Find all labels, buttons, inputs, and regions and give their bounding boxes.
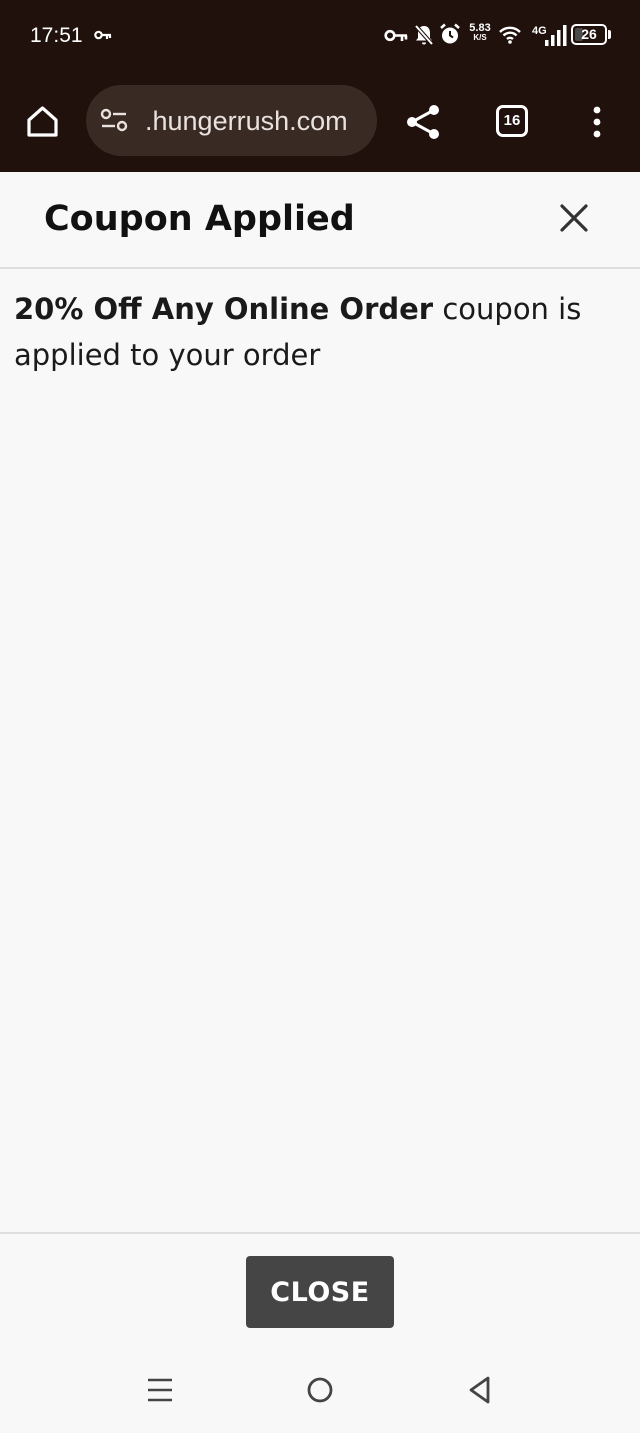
- more-options-icon[interactable]: [590, 105, 604, 139]
- network-speed-unit: K/S: [473, 33, 487, 42]
- signal-icon: [545, 25, 567, 46]
- vpn-key-icon: [384, 29, 408, 42]
- modal-title: Coupon Applied: [44, 199, 355, 239]
- status-bar: 17:51 5.83 K/S 4G 26: [0, 0, 640, 72]
- coupon-name: 20% Off Any Online Order: [14, 292, 434, 326]
- vpn-key-icon: [94, 30, 112, 40]
- network-speed-value: 5.83: [469, 22, 491, 34]
- coupon-message: 20% Off Any Online Order coupon is appli…: [14, 286, 614, 378]
- battery-nub: [608, 30, 611, 39]
- close-button[interactable]: CLOSE: [246, 1256, 394, 1328]
- battery-level: 26: [581, 26, 597, 42]
- share-icon[interactable]: [404, 103, 442, 141]
- modal-header: Coupon Applied: [0, 172, 640, 269]
- notifications-off-icon: [414, 24, 434, 46]
- back-icon[interactable]: [467, 1375, 491, 1405]
- alarm-icon: [440, 23, 460, 44]
- battery-icon: 26: [571, 24, 607, 45]
- address-bar[interactable]: .hungerrush.com: [86, 85, 377, 156]
- modal-footer: CLOSE: [0, 1232, 640, 1348]
- browser-toolbar: .hungerrush.com 16: [0, 72, 640, 172]
- recent-apps-icon[interactable]: [147, 1377, 173, 1403]
- home-icon[interactable]: [25, 104, 60, 139]
- close-icon[interactable]: [556, 200, 592, 236]
- status-time: 17:51: [30, 24, 83, 47]
- wifi-icon: [499, 26, 521, 44]
- coupon-modal: Coupon Applied 20% Off Any Online Order …: [0, 172, 640, 1348]
- home-nav-icon[interactable]: [306, 1376, 334, 1404]
- system-nav-bar: [0, 1348, 640, 1433]
- url-text: .hungerrush.com: [145, 106, 348, 136]
- network-speed: 5.83 K/S: [466, 23, 494, 43]
- site-settings-icon[interactable]: [100, 108, 128, 132]
- tab-switcher-button[interactable]: 16: [496, 105, 528, 137]
